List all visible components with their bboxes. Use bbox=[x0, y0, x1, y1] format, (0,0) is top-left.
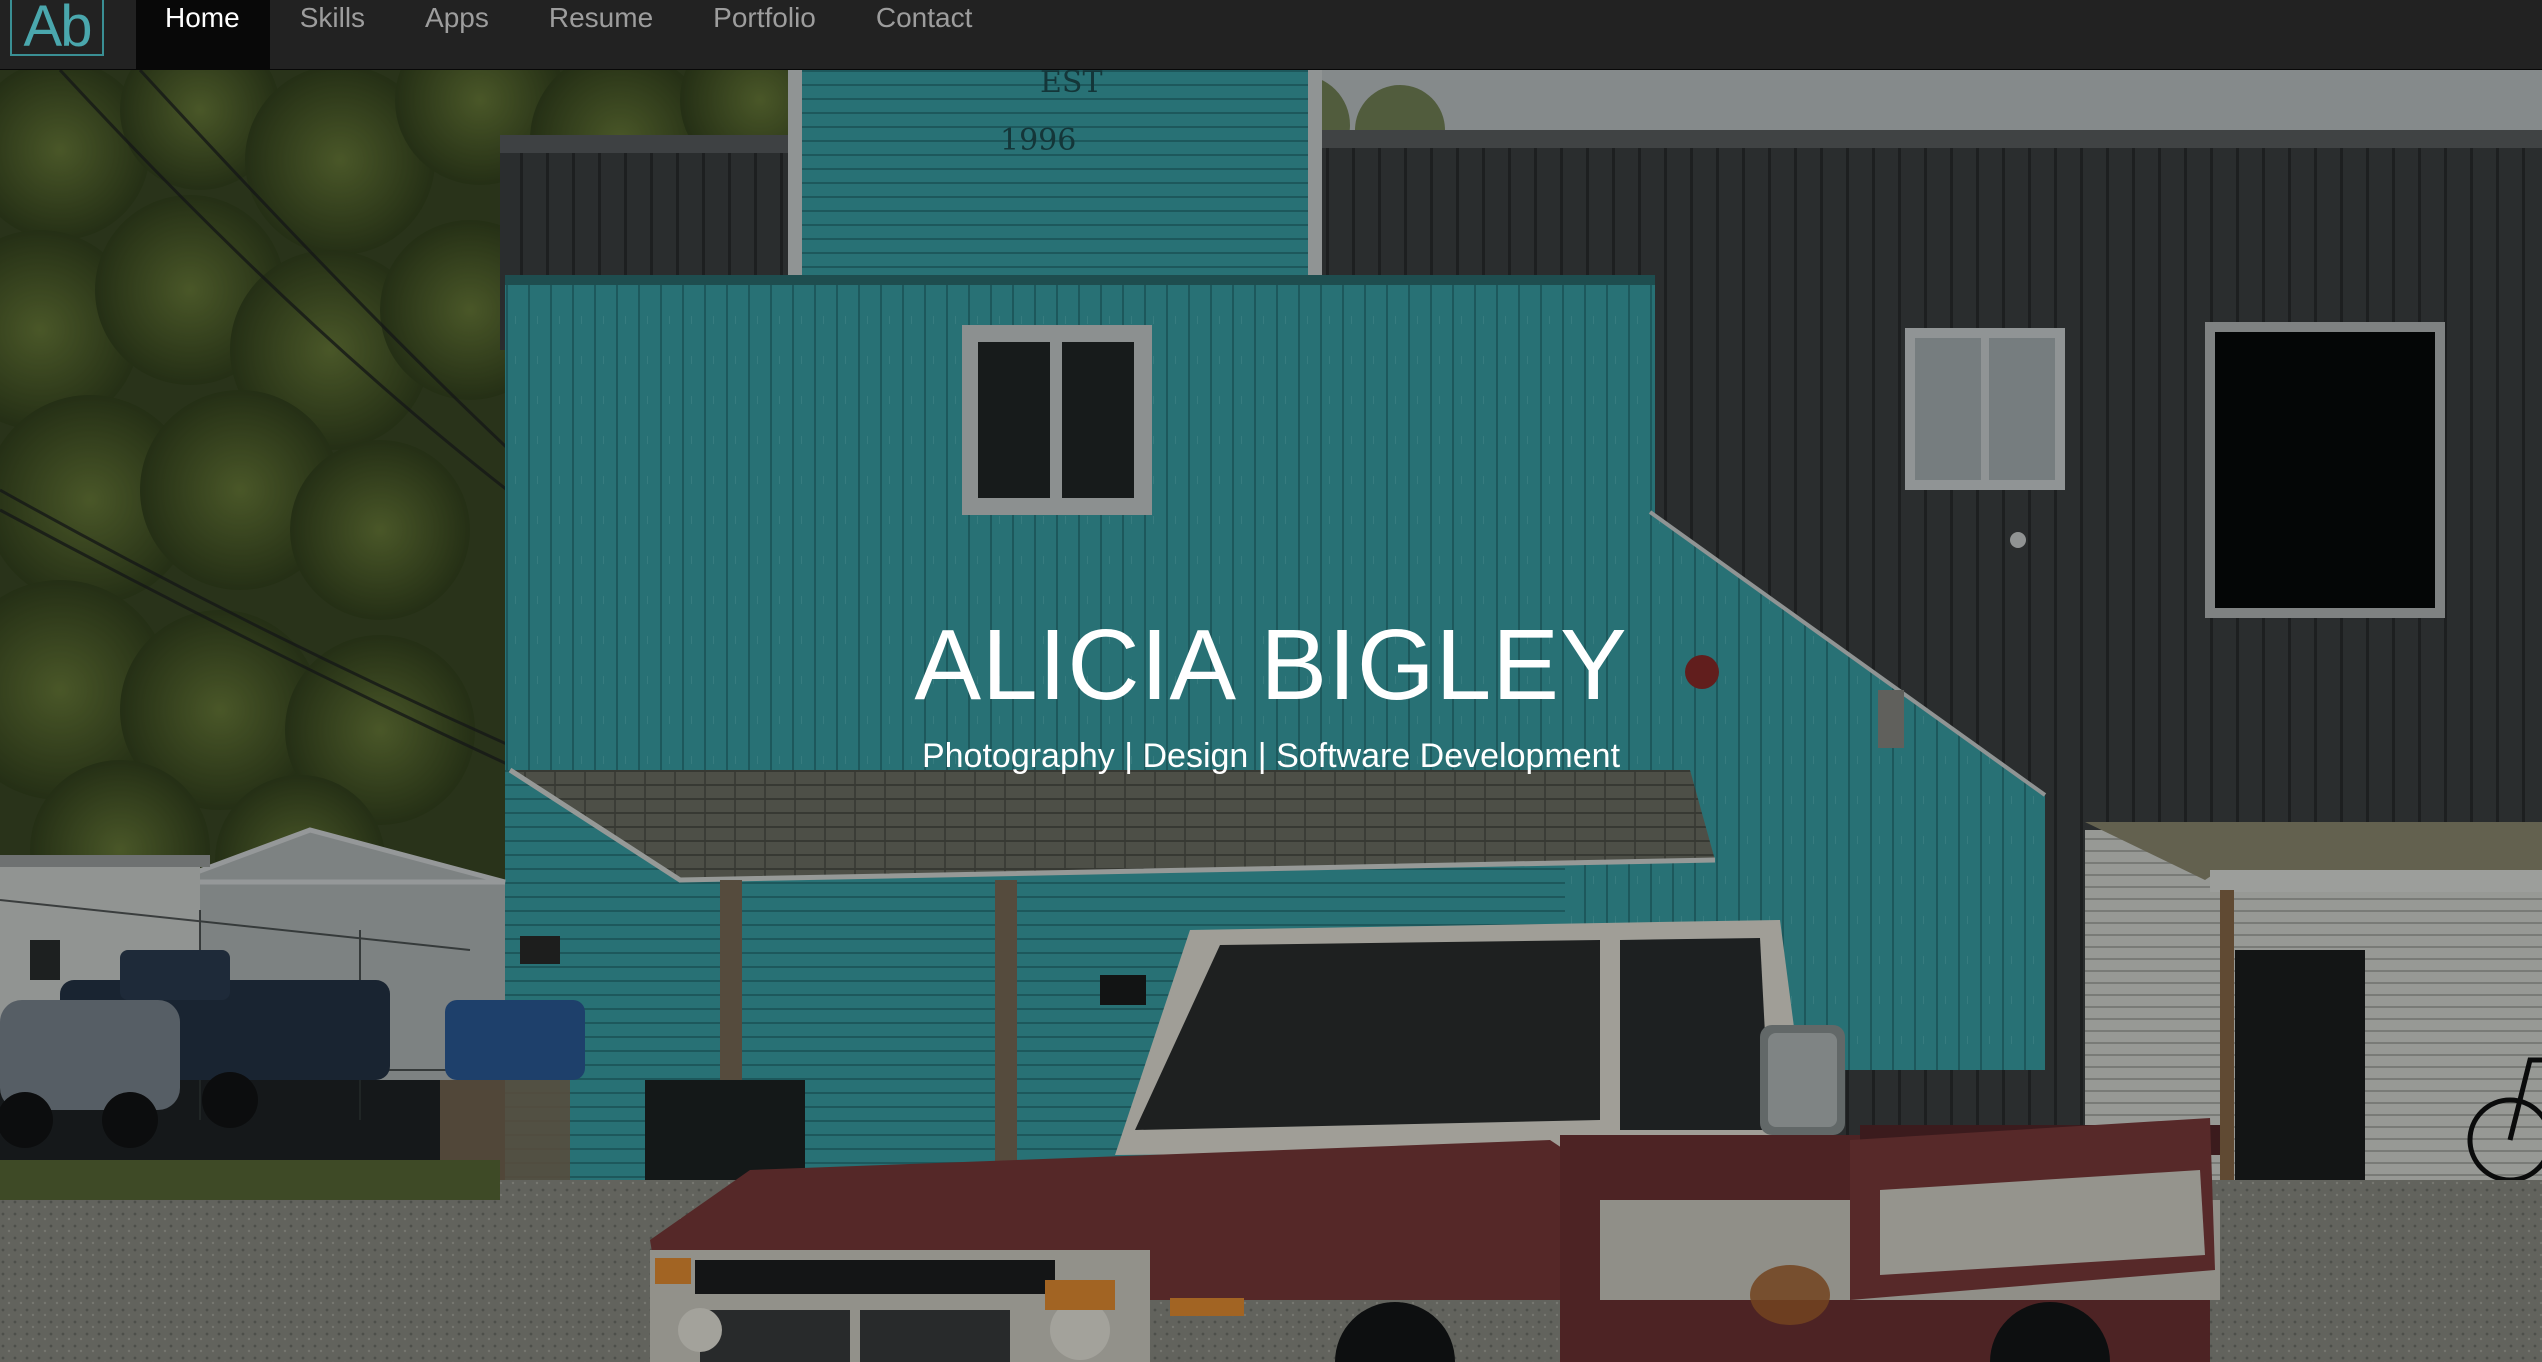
nav-item-apps[interactable]: Apps bbox=[395, 0, 519, 69]
hero-section: EST 1996 ALICIA BIGLEY Photography | Des… bbox=[0, 70, 2542, 1362]
brand-logo-link[interactable]: Ab bbox=[0, 0, 136, 69]
page: Ab Home Skills Apps Resume Portfolio Con… bbox=[0, 0, 2542, 1362]
nav-item-portfolio[interactable]: Portfolio bbox=[683, 0, 846, 69]
nav-item-resume[interactable]: Resume bbox=[519, 0, 683, 69]
brand-logo: Ab bbox=[10, 0, 104, 56]
nav-item-home[interactable]: Home bbox=[136, 0, 270, 69]
hero-subtitle: Photography | Design | Software Developm… bbox=[921, 737, 1621, 775]
hero-title: ALICIA BIGLEY bbox=[914, 609, 1628, 721]
svg-text:1996: 1996 bbox=[1000, 123, 1076, 158]
nav-item-skills[interactable]: Skills bbox=[270, 0, 395, 69]
nav-menu: Home Skills Apps Resume Portfolio Contac… bbox=[136, 0, 1002, 69]
svg-text:EST: EST bbox=[1040, 70, 1102, 100]
top-navbar: Ab Home Skills Apps Resume Portfolio Con… bbox=[0, 0, 2542, 70]
nav-item-contact[interactable]: Contact bbox=[846, 0, 1003, 69]
